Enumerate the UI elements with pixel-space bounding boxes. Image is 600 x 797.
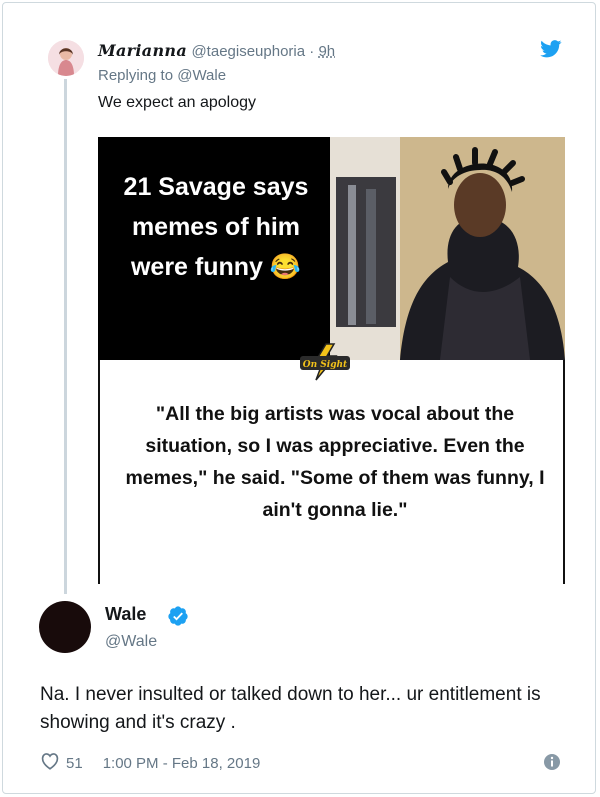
media-photo — [330, 137, 565, 360]
media-quote-text: "All the big artists was vocal about the… — [125, 403, 545, 521]
tweet-media-image[interactable]: 21 Savage says memes of him were funny 😂 — [98, 137, 565, 584]
on-sight-logo-text: On Sight — [303, 360, 348, 370]
header-separator: · — [305, 43, 319, 60]
media-headline: 21 Savage says memes of him were funny 😂 — [123, 173, 309, 281]
on-sight-logo: On Sight — [296, 342, 354, 382]
twitter-bird-icon[interactable] — [540, 40, 562, 63]
thread-connector-line — [64, 79, 67, 594]
author-handle[interactable]: @Wale — [105, 633, 157, 651]
reply-handle[interactable]: @taegiseuphoria — [191, 43, 305, 60]
reply-author-avatar[interactable] — [48, 40, 84, 76]
like-count[interactable]: 51 — [66, 755, 83, 772]
tweet-embed-card: Marianna @taegiseuphoria · 9h Replying t… — [2, 2, 596, 794]
replying-to-label[interactable]: Replying to @Wale — [98, 67, 226, 84]
reply-time[interactable]: 9h — [318, 43, 335, 60]
tweet-meta-row: 51 1:00 PM - Feb 18, 2019 — [40, 752, 260, 774]
tweet-timestamp[interactable]: 1:00 PM - Feb 18, 2019 — [103, 755, 261, 772]
media-header-panel: 21 Savage says memes of him were funny 😂 — [98, 137, 565, 360]
author-display-name[interactable]: Wale — [105, 604, 146, 625]
verified-badge-icon — [167, 605, 189, 632]
info-icon[interactable] — [543, 753, 561, 776]
tweet-text: Na. I never insulted or talked down to h… — [40, 684, 541, 733]
reply-tweet-text: We expect an apology — [98, 94, 257, 111]
heart-icon[interactable] — [40, 752, 60, 774]
author-avatar[interactable] — [39, 601, 91, 653]
media-quote-panel: "All the big artists was vocal about the… — [98, 360, 565, 584]
reply-header: Marianna @taegiseuphoria · 9h — [98, 41, 335, 61]
reply-display-name[interactable]: Marianna — [98, 41, 187, 60]
